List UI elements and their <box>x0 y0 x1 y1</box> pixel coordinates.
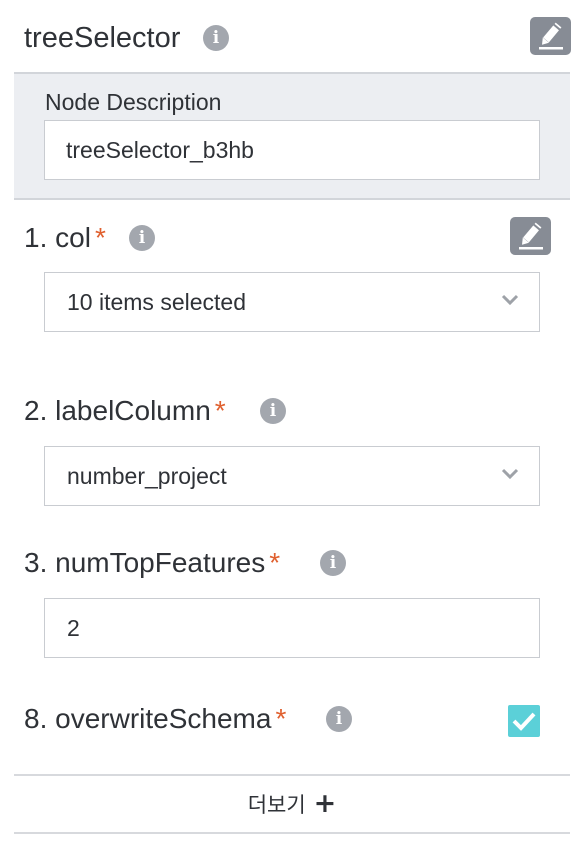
param-numtopfeatures-text: 3. numTopFeatures <box>24 547 266 578</box>
param-col-text: 1. col <box>24 222 91 253</box>
param-overwriteschema-text: 8. overwriteSchema <box>24 703 272 734</box>
col-selected-value: 10 items selected <box>67 289 246 315</box>
chevron-down-icon <box>501 468 519 480</box>
chevron-down-icon <box>501 294 519 306</box>
required-marker: * <box>275 703 287 734</box>
col-multiselect[interactable]: 10 items selected <box>44 272 540 332</box>
panel-header: treeSelector i <box>0 0 584 74</box>
info-icon[interactable]: i <box>326 706 352 732</box>
labelcolumn-selected-value: number_project <box>67 463 227 489</box>
info-icon[interactable]: i <box>320 550 346 576</box>
info-icon[interactable]: i <box>129 225 155 251</box>
info-icon[interactable]: i <box>260 398 286 424</box>
node-description-input[interactable] <box>44 120 540 180</box>
required-marker: * <box>269 547 281 578</box>
numtopfeatures-input[interactable] <box>44 598 540 658</box>
labelcolumn-select[interactable]: number_project <box>44 446 540 506</box>
param-labelcolumn-text: 2. labelColumn <box>24 395 211 426</box>
properties-panel: treeSelector i Node Description 1. col* … <box>0 0 584 846</box>
param-col-label: 1. col * <box>24 221 106 255</box>
overwriteschema-checkbox[interactable] <box>508 705 540 737</box>
info-icon[interactable]: i <box>203 25 229 51</box>
plus-icon: + <box>313 788 337 819</box>
node-description-section: Node Description <box>14 72 570 200</box>
required-marker: * <box>214 395 226 426</box>
checkmark-icon <box>512 712 536 731</box>
edit-icon[interactable] <box>510 217 551 255</box>
panel-title: treeSelector <box>24 22 181 54</box>
show-more-button[interactable]: 더보기 + <box>14 774 570 834</box>
edit-icon[interactable] <box>530 17 571 55</box>
param-labelcolumn-label: 2. labelColumn * <box>24 394 226 428</box>
required-marker: * <box>94 222 106 253</box>
node-description-label: Node Description <box>45 89 222 115</box>
param-overwriteschema-label: 8. overwriteSchema * <box>24 702 286 736</box>
show-more-label: 더보기 <box>247 793 306 817</box>
param-numtopfeatures-label: 3. numTopFeatures * <box>24 546 280 580</box>
